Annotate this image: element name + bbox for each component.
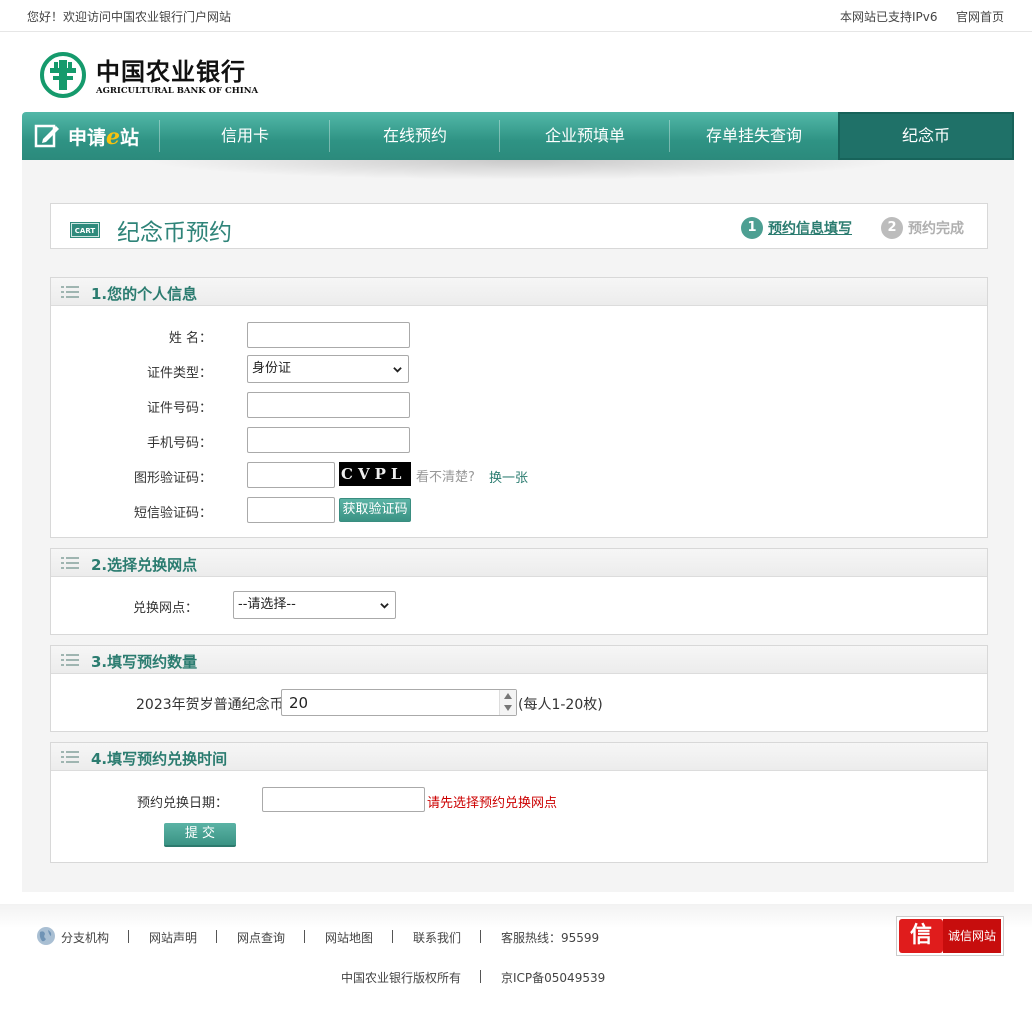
chevron-down-icon: [380, 603, 389, 609]
section-title: 2.选择兑换网点: [91, 556, 198, 574]
list-icon: [61, 751, 79, 763]
bank-logo[interactable]: 中国农业银行 AGRICULTURAL BANK OF CHINA: [40, 52, 280, 100]
submit-button[interactable]: 提 交: [164, 823, 236, 847]
phone-label: 手机号码：: [146, 436, 212, 451]
id-type-select[interactable]: 身份证: [247, 355, 409, 383]
globe-icon: [37, 927, 55, 945]
name-input[interactable]: [247, 322, 410, 348]
nav-item-commemorative-coin[interactable]: 纪念币: [838, 112, 1014, 160]
section-header: 4.填写预约兑换时间: [51, 743, 987, 771]
quantity-section: 3.填写预约数量: [50, 645, 988, 732]
section-header: 3.填写预约数量: [51, 646, 987, 674]
footer-link-sitemap[interactable]: 网站地图: [325, 929, 373, 946]
trust-label: 诚信网站: [943, 919, 1001, 953]
list-icon: [61, 654, 79, 666]
id-number-input[interactable]: [247, 392, 410, 418]
branch-value: --请选择--: [238, 597, 296, 612]
cart-icon: CART: [70, 222, 100, 238]
step-2: 2 预约完成: [881, 217, 964, 239]
main-nav: 申请e站 信用卡 在线预约 企业预填单 存单挂失查询 纪念币: [22, 112, 1014, 160]
trust-icon: 信: [899, 919, 943, 953]
footer-hotline: 客服热线：95599: [501, 931, 600, 945]
coin-label: 2023年贺岁普通纪念币: [136, 697, 284, 713]
quantity-note: (每人1-20枚): [518, 697, 603, 713]
abc-logo-icon: [40, 52, 86, 98]
section-title: 4.填写预约兑换时间: [91, 750, 228, 768]
captcha-refresh-link[interactable]: 换一张: [489, 467, 528, 486]
step-1[interactable]: 1 预约信息填写: [741, 217, 852, 239]
captcha-unclear-text: 看不清楚?: [416, 470, 475, 485]
sms-label: 短信验证码：: [133, 506, 212, 521]
trust-badge[interactable]: 信 诚信网站: [896, 916, 1004, 956]
step-2-label: 预约完成: [908, 221, 964, 237]
step-1-label: 预约信息填写: [768, 221, 852, 237]
top-bar: 您好！欢迎访问中国农业银行门户网站 本网站已支持IPv6 官网首页: [0, 0, 1032, 32]
branch-label: 兑换网点：: [132, 601, 198, 616]
footer-link-contact[interactable]: 联系我们: [413, 929, 461, 946]
branch-select[interactable]: --请选择--: [233, 591, 396, 619]
nav-brand[interactable]: 申请e站: [22, 112, 160, 160]
nav-item-credit-card[interactable]: 信用卡: [160, 112, 330, 160]
icp-text[interactable]: 京ICP备05049539: [501, 969, 605, 986]
nav-item-deposit-loss[interactable]: 存单挂失查询: [670, 112, 838, 160]
footer-link-outlets[interactable]: 网点查询: [237, 929, 285, 946]
captcha-label: 图形验证码：: [133, 471, 212, 486]
section-header: 1.您的个人信息: [51, 278, 987, 306]
stepper-buttons[interactable]: [499, 690, 516, 715]
decrement-icon[interactable]: [504, 705, 512, 711]
quantity-value: 20: [289, 694, 309, 712]
list-icon: [61, 286, 79, 298]
sms-code-input[interactable]: [247, 497, 335, 523]
section-title: 1.您的个人信息: [91, 285, 198, 303]
captcha-image[interactable]: CVPL: [339, 462, 411, 486]
id-type-value: 身份证: [252, 361, 292, 376]
captcha-input[interactable]: [247, 462, 335, 488]
date-warning: 请先选择预约兑换网点: [427, 796, 558, 811]
ipv6-link[interactable]: 本网站已支持IPv6: [840, 8, 938, 25]
chevron-down-icon: [393, 367, 402, 373]
copyright-text: 中国农业银行版权所有: [341, 971, 462, 985]
quantity-stepper[interactable]: 20: [281, 689, 517, 716]
date-input[interactable]: [262, 787, 425, 812]
page-title: 纪念币预约: [117, 220, 232, 246]
id-type-label: 证件类型：: [146, 366, 212, 381]
list-icon: [61, 557, 79, 569]
content-area: CART 纪念币预约 1 预约信息填写 2 预约完成 1.您的个人信息 2.选择…: [22, 160, 1014, 892]
nav-item-enterprise-form[interactable]: 企业预填单: [500, 112, 670, 160]
page-title-box: CART 纪念币预约 1 预约信息填写 2 预约完成: [50, 203, 988, 249]
section-header: 2.选择兑换网点: [51, 549, 987, 577]
welcome-text: 您好！欢迎访问中国农业银行门户网站: [27, 10, 232, 24]
home-link[interactable]: 官网首页: [956, 8, 1004, 25]
footer-link-statement[interactable]: 网站声明: [149, 929, 197, 946]
get-sms-code-button[interactable]: 获取验证码: [339, 498, 411, 522]
increment-icon[interactable]: [504, 693, 512, 699]
edit-icon: [34, 124, 59, 148]
footer-link-branches[interactable]: 分支机构: [61, 929, 109, 946]
logo-en-text: AGRICULTURAL BANK OF CHINA: [96, 86, 259, 96]
phone-input[interactable]: [247, 427, 410, 453]
nav-brand-text: 申请e站: [68, 124, 140, 150]
id-number-label: 证件号码：: [146, 401, 212, 416]
name-label: 姓 名：: [168, 331, 212, 346]
date-label: 预约兑换日期：: [136, 796, 228, 811]
logo-cn-text: 中国农业银行: [96, 57, 246, 86]
branch-section: 2.选择兑换网点: [50, 548, 988, 635]
nav-item-online-booking[interactable]: 在线预约: [330, 112, 500, 160]
section-title: 3.填写预约数量: [91, 653, 198, 671]
